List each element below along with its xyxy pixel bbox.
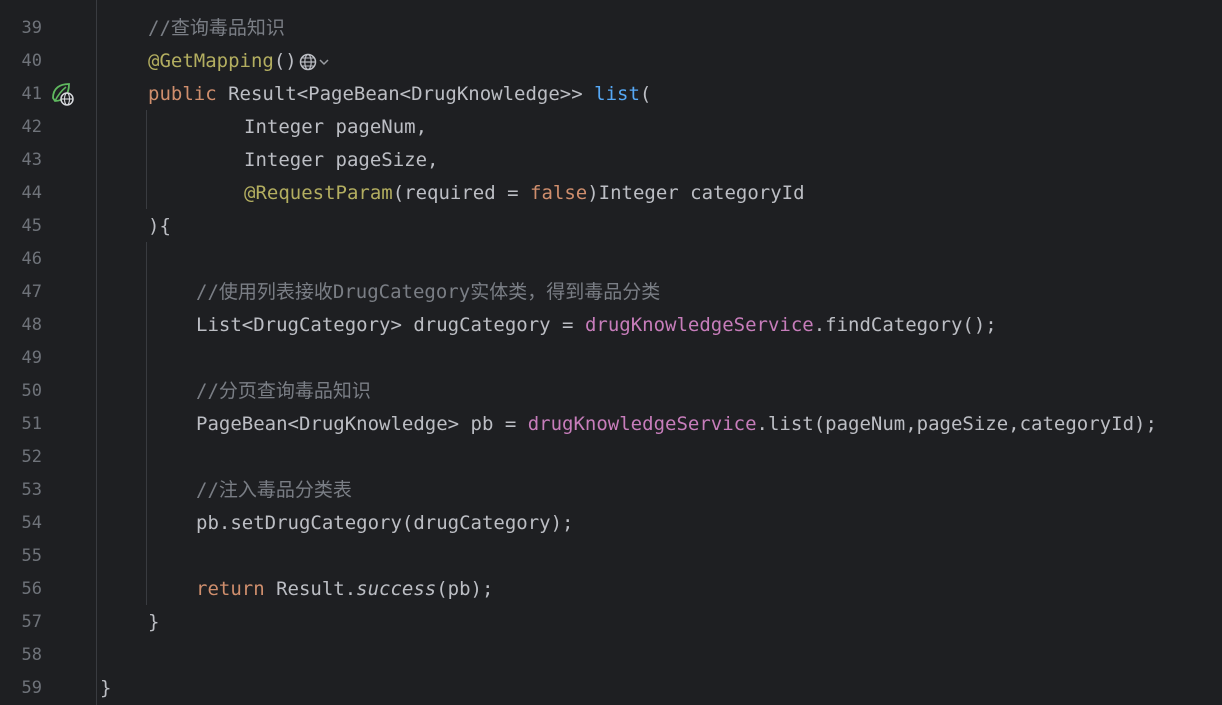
code-text[interactable]: ){ xyxy=(148,210,171,243)
code-text[interactable]: pb.setDrugCategory(drugCategory); xyxy=(196,507,574,540)
code-token: ){ xyxy=(148,215,171,237)
code-line[interactable]: 43 Integer pageSize, xyxy=(0,144,1222,177)
line-number: 56 xyxy=(21,579,42,599)
code-token: )Integer categoryId xyxy=(587,182,805,204)
code-text[interactable]: List<DrugCategory> drugCategory = drugKn… xyxy=(196,309,997,342)
code-token: (pb); xyxy=(436,578,494,600)
code-token: ( xyxy=(639,83,652,105)
code-token: @RequestParam xyxy=(244,182,393,204)
code-token: 注入毒品分类表 xyxy=(218,479,352,501)
code-text[interactable]: @GetMapping() xyxy=(148,45,333,78)
line-number: 51 xyxy=(21,414,42,434)
code-token: return xyxy=(196,578,277,600)
line-number: 48 xyxy=(21,315,42,335)
line-number: 59 xyxy=(21,678,42,698)
code-text[interactable]: //注入毒品分类表 xyxy=(196,474,352,507)
code-token: Integer pageSize, xyxy=(244,149,439,171)
code-text[interactable]: //查询毒品知识 xyxy=(148,12,285,45)
code-line[interactable]: 57} xyxy=(0,606,1222,639)
code-line[interactable]: 55 xyxy=(0,540,1222,573)
code-text[interactable]: return Result.success(pb); xyxy=(196,573,493,606)
code-token: (required = xyxy=(392,182,530,204)
globe-icon[interactable] xyxy=(299,52,333,72)
line-number: 45 xyxy=(21,216,42,236)
code-line[interactable]: 48 List<DrugCategory> drugCategory = drug… xyxy=(0,309,1222,342)
code-line[interactable]: 46 xyxy=(0,243,1222,276)
code-line[interactable]: 56 return Result.success(pb); xyxy=(0,573,1222,606)
code-token: 查询毒品知识 xyxy=(170,17,285,39)
code-token: 使用列表接收 xyxy=(218,281,333,303)
code-token: false xyxy=(530,182,588,204)
code-text[interactable]: @RequestParam(required = false)Integer c… xyxy=(244,177,805,210)
code-token: Integer pageNum, xyxy=(244,116,428,138)
code-line[interactable]: 42 Integer pageNum, xyxy=(0,111,1222,144)
code-editor[interactable]: 39//查询毒品知识 40 @GetMapping() 41 public Result… xyxy=(0,0,1222,705)
code-line[interactable]: 41 public Result<PageBean<DrugKnowledge>>… xyxy=(0,78,1222,111)
line-number: 57 xyxy=(21,612,42,632)
code-token: pb.setDrugCategory(drugCategory); xyxy=(196,512,574,534)
code-line[interactable]: 50 //分页查询毒品知识 xyxy=(0,375,1222,408)
line-number: 52 xyxy=(21,447,42,467)
code-token: .list(pageNum,pageSize,categoryId); xyxy=(756,413,1157,435)
line-number: 50 xyxy=(21,381,42,401)
code-line[interactable]: 39 //查询毒品知识 xyxy=(0,12,1222,45)
code-token: drugKnowledgeService xyxy=(584,314,814,336)
code-line[interactable]: 51 PageBean<DrugKnowledge> pb = drugKnowl… xyxy=(0,408,1222,441)
code-line[interactable]: 40 @GetMapping() xyxy=(0,45,1222,78)
line-number: 46 xyxy=(21,249,42,269)
code-line[interactable]: 52 xyxy=(0,441,1222,474)
code-line[interactable]: 53 //注入毒品分类表 xyxy=(0,474,1222,507)
code-text[interactable]: } xyxy=(100,672,111,705)
code-token: // xyxy=(196,380,219,402)
code-token: @GetMapping xyxy=(148,50,274,72)
code-line[interactable]: 47 //使用列表接收DrugCategory实体类，得到毒品分类 xyxy=(0,276,1222,309)
code-token: } xyxy=(100,677,112,699)
code-text[interactable]: PageBean<DrugKnowledge> pb = drugKnowled… xyxy=(196,408,1157,441)
line-number: 58 xyxy=(21,645,42,665)
line-number: 54 xyxy=(21,513,42,533)
code-text[interactable]: //分页查询毒品知识 xyxy=(196,375,371,408)
line-number: 47 xyxy=(21,282,42,302)
code-token: // xyxy=(148,17,171,39)
code-token: Result. xyxy=(276,578,357,600)
line-number: 49 xyxy=(21,348,42,368)
code-token: drugKnowledgeService xyxy=(527,413,757,435)
code-token: success xyxy=(356,578,437,600)
code-token: // xyxy=(196,479,219,501)
code-token: 分页查询毒品知识 xyxy=(218,380,371,402)
code-text[interactable]: Integer pageNum, xyxy=(244,111,427,144)
code-text[interactable]: } xyxy=(148,606,159,639)
code-token: PageBean<DrugKnowledge> pb = xyxy=(196,413,528,435)
line-number: 53 xyxy=(21,480,42,500)
line-number: 42 xyxy=(21,117,42,137)
code-token: // xyxy=(196,281,219,303)
code-token: .findCategory(); xyxy=(813,314,997,336)
code-text[interactable]: public Result<PageBean<DrugKnowledge>> l… xyxy=(148,78,651,111)
code-text[interactable]: Integer pageSize, xyxy=(244,144,438,177)
code-token: List<DrugCategory> drugCategory = xyxy=(196,314,585,336)
code-token: Result<PageBean<DrugKnowledge>> xyxy=(228,83,595,105)
line-number: 41 xyxy=(21,84,42,104)
code-text[interactable]: //使用列表接收DrugCategory实体类，得到毒品分类 xyxy=(196,276,660,309)
code-token: DrugCategory xyxy=(332,281,471,303)
code-line[interactable]: 58 xyxy=(0,639,1222,672)
code-line[interactable]: 54 pb.setDrugCategory(drugCategory); xyxy=(0,507,1222,540)
code-token: public xyxy=(148,83,229,105)
line-number: 39 xyxy=(21,18,42,38)
line-number: 44 xyxy=(21,183,42,203)
code-line[interactable]: 49 xyxy=(0,342,1222,375)
line-number: 43 xyxy=(21,150,42,170)
code-token: () xyxy=(273,50,297,72)
code-token: 实体类，得到毒品分类 xyxy=(470,281,661,303)
code-token: } xyxy=(148,611,160,633)
line-number: 40 xyxy=(21,51,42,71)
code-line[interactable]: 44 @RequestParam(required = false)Integer… xyxy=(0,177,1222,210)
code-line[interactable]: 45 ){ xyxy=(0,210,1222,243)
code-token: list xyxy=(594,83,640,105)
code-line[interactable]: 59} xyxy=(0,672,1222,705)
line-number: 55 xyxy=(21,546,42,566)
